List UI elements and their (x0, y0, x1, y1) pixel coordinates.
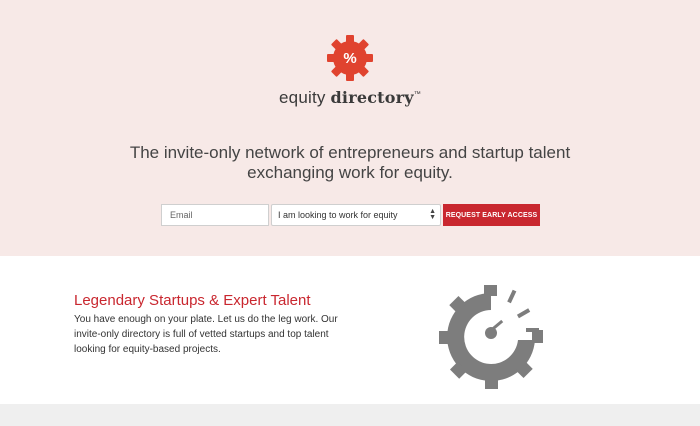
hero-tagline: The invite-only network of entrepreneurs… (0, 143, 700, 183)
tagline-line-1: The invite-only network of entrepreneurs… (129, 143, 571, 162)
tagline-line-2: exchanging work for equity. (247, 163, 453, 182)
footer-band (0, 404, 700, 426)
hero-section: % equity directory™ The invite-only netw… (0, 0, 700, 256)
role-select[interactable]: I am looking to work for equity ▲ ▼ (271, 204, 441, 226)
gear-gauge-icon (439, 285, 543, 389)
brand-name-light: equity (279, 88, 326, 107)
percent-gear-logo-icon: % (327, 35, 373, 81)
request-early-access-button[interactable]: REQUEST EARLY ACCESS (443, 204, 540, 226)
email-input[interactable] (161, 204, 269, 226)
feature-description: You have enough on your plate. Let us do… (74, 314, 338, 355)
role-select-value: I am looking to work for equity (278, 210, 398, 220)
logo-percent-symbol: % (343, 50, 356, 67)
select-arrows-icon: ▲ ▼ (429, 208, 436, 221)
feature-title: Legendary Startups & Expert Talent (74, 292, 311, 309)
brand-wordmark[interactable]: equity directory™ (0, 88, 700, 108)
brand-name-bold: directory (330, 88, 414, 107)
brand-trademark: ™ (413, 91, 421, 98)
